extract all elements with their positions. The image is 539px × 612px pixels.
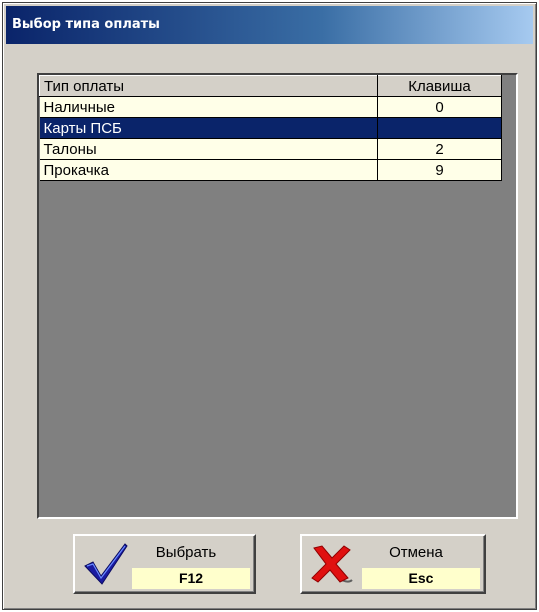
cross-icon (311, 545, 353, 583)
table-row[interactable]: Талоны 2 (39, 138, 502, 160)
grid-header-row: Тип оплаты Клавиша (39, 75, 502, 97)
column-header-payment-type[interactable]: Тип оплаты (39, 75, 378, 97)
select-button-label: Выбрать (155, 544, 217, 561)
select-button-hotkey: F12 (132, 568, 250, 589)
payment-type-cell: Наличные (39, 96, 378, 118)
column-header-key[interactable]: Клавиша (377, 75, 502, 97)
table-row[interactable]: Прокачка 9 (39, 159, 502, 181)
table-row[interactable]: Карты ПСБ (39, 117, 502, 139)
payment-type-cell: Карты ПСБ (39, 117, 378, 139)
payment-type-table: Тип оплаты Клавиша Наличные 0 Карты ПСБ … (39, 75, 502, 181)
key-cell: 9 (377, 159, 502, 181)
select-button[interactable]: Выбрать F12 (73, 534, 256, 594)
payment-type-grid[interactable]: Тип оплаты Клавиша Наличные 0 Карты ПСБ … (37, 73, 518, 519)
table-row[interactable]: Наличные 0 (39, 96, 502, 118)
payment-type-cell: Прокачка (39, 159, 378, 181)
key-cell: 2 (377, 138, 502, 160)
cancel-button[interactable]: Отмена Esc (300, 534, 486, 594)
payment-type-cell: Талоны (39, 138, 378, 160)
cancel-button-hotkey: Esc (362, 568, 480, 589)
checkmark-icon (84, 543, 128, 585)
window-title: Выбор типа оплаты (6, 6, 533, 44)
key-cell (377, 117, 502, 139)
key-cell: 0 (377, 96, 502, 118)
payment-type-dialog: Выбор типа оплаты Тип оплаты Клавиша Нал… (2, 2, 537, 610)
cancel-button-label: Отмена (389, 544, 443, 561)
